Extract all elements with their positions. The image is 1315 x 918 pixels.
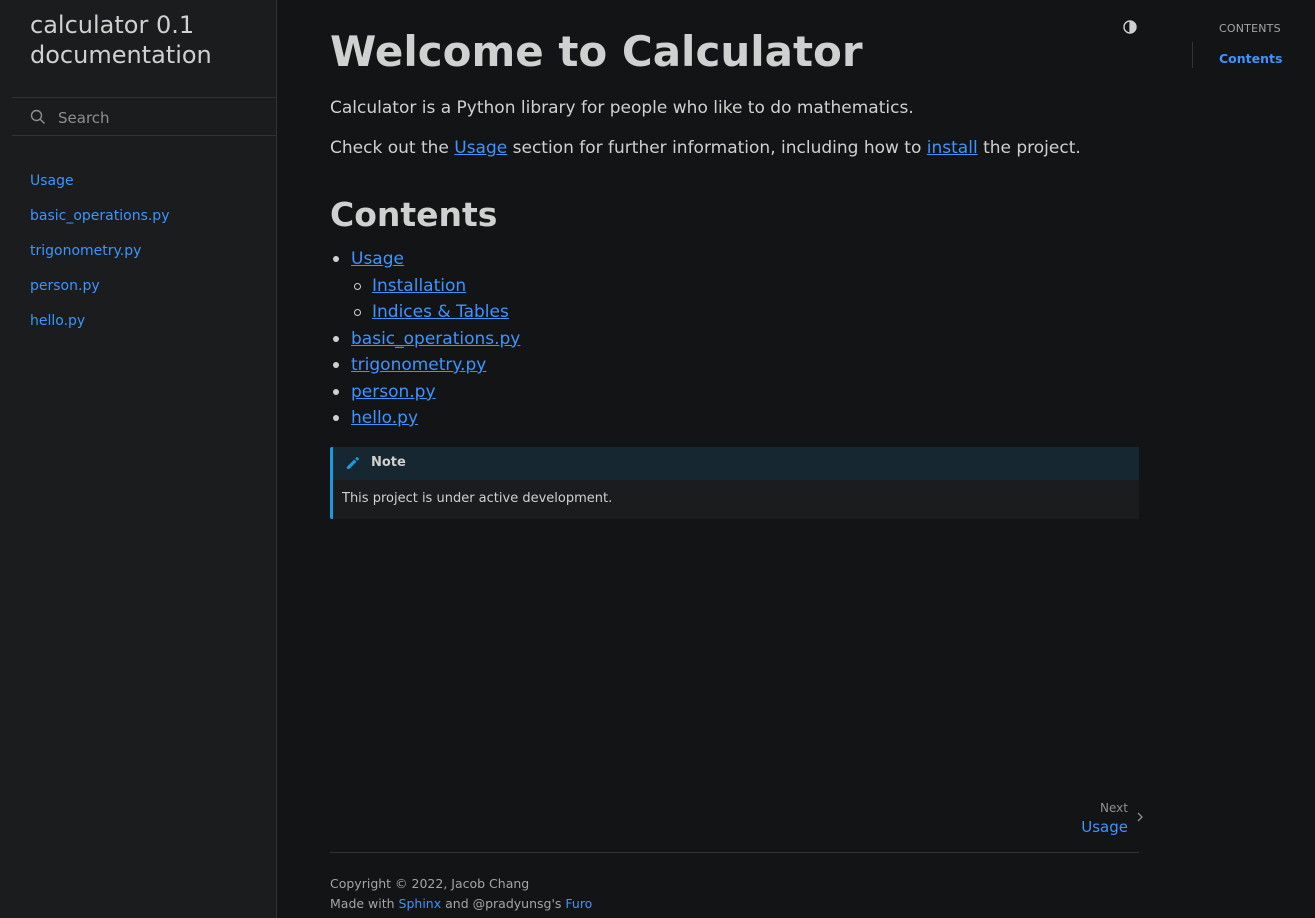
check-middle: section for further information, includi… — [507, 138, 927, 158]
page-title: Welcome to Calculator — [330, 27, 863, 76]
note-body: This project is under active development… — [342, 491, 613, 506]
pencil-icon — [347, 457, 359, 469]
bullet — [333, 335, 339, 342]
toc-item: Indices & Tables — [330, 301, 520, 328]
sphinx-link[interactable]: Sphinx — [399, 896, 442, 911]
search-icon — [30, 109, 45, 124]
toc-drawer-rule — [1192, 42, 1193, 68]
toc-link-hello[interactable]: hello.py — [351, 408, 418, 428]
usage-link[interactable]: Usage — [454, 138, 507, 158]
sidebar-brand[interactable]: calculator 0.1 documentation — [30, 10, 270, 70]
next-page-link[interactable]: Next Usage — [1081, 800, 1143, 837]
toc-drawer-item-contents[interactable]: Contents — [1219, 51, 1282, 66]
bullet — [333, 362, 339, 368]
footer-divider — [330, 852, 1139, 853]
bullet — [333, 388, 339, 395]
next-title[interactable]: Usage — [1081, 817, 1128, 837]
note-title-bar: Note — [333, 447, 1139, 480]
toc-list: Usage Installation Indices & Tables basi… — [330, 248, 520, 434]
note-title: Note — [371, 455, 406, 470]
toc-item: hello.py — [330, 407, 520, 434]
check-prefix: Check out the — [330, 138, 455, 158]
sidebar-item-trigonometry[interactable]: trigonometry.py — [30, 242, 169, 277]
toc-link-trigonometry[interactable]: trigonometry.py — [351, 355, 486, 375]
install-link[interactable]: install — [927, 138, 978, 158]
search-box — [12, 97, 276, 136]
footer-made-with: Made with Sphinx and @pradyunsg's Furo — [330, 894, 592, 914]
toc-item: basic_operations.py — [330, 328, 520, 355]
bullet — [333, 256, 339, 262]
toc-item: trigonometry.py — [330, 354, 520, 381]
toc-link-indices-tables[interactable]: Indices & Tables — [372, 302, 509, 322]
check-suffix: the project. — [977, 138, 1081, 158]
bullet — [354, 309, 361, 316]
toc-item: person.py — [330, 381, 520, 408]
toc-link-installation[interactable]: Installation — [372, 276, 466, 296]
toc-item: Installation — [330, 275, 520, 302]
toc-link-person[interactable]: person.py — [351, 382, 436, 402]
and-text: and @pradyunsg's — [441, 896, 566, 911]
contents-heading: Contents — [330, 195, 498, 234]
next-label: Next — [1100, 801, 1128, 815]
footer-copyright: Copyright © 2022, Jacob Chang — [330, 876, 530, 891]
sidebar-item-hello[interactable]: hello.py — [30, 312, 169, 347]
note-admonition: Note This project is under active develo… — [330, 447, 1139, 519]
toc-item: Usage — [330, 248, 520, 275]
sidebar-nav: Usage basic_operations.py trigonometry.p… — [30, 172, 169, 347]
bullet — [333, 415, 339, 421]
chevron-right-icon — [1137, 812, 1143, 822]
sidebar: calculator 0.1 documentation Usage basic… — [0, 0, 277, 918]
theme-toggle-icon[interactable] — [1122, 19, 1138, 35]
furo-link[interactable]: Furo — [565, 896, 592, 911]
search-input[interactable] — [56, 106, 270, 130]
sidebar-item-person[interactable]: person.py — [30, 277, 169, 312]
toc-drawer-title: Contents — [1219, 22, 1281, 35]
toc-link-usage[interactable]: Usage — [351, 249, 404, 269]
bullet — [354, 282, 361, 290]
check-paragraph: Check out the Usage section for further … — [330, 137, 1081, 159]
intro-paragraph: Calculator is a Python library for peopl… — [330, 98, 914, 118]
footer: Copyright © 2022, Jacob Chang Made with … — [330, 874, 592, 914]
made-with-text: Made with — [330, 896, 399, 911]
toc-link-basic-operations[interactable]: basic_operations.py — [351, 329, 520, 349]
sidebar-item-basic-operations[interactable]: basic_operations.py — [30, 207, 169, 242]
sidebar-item-usage[interactable]: Usage — [30, 172, 169, 207]
